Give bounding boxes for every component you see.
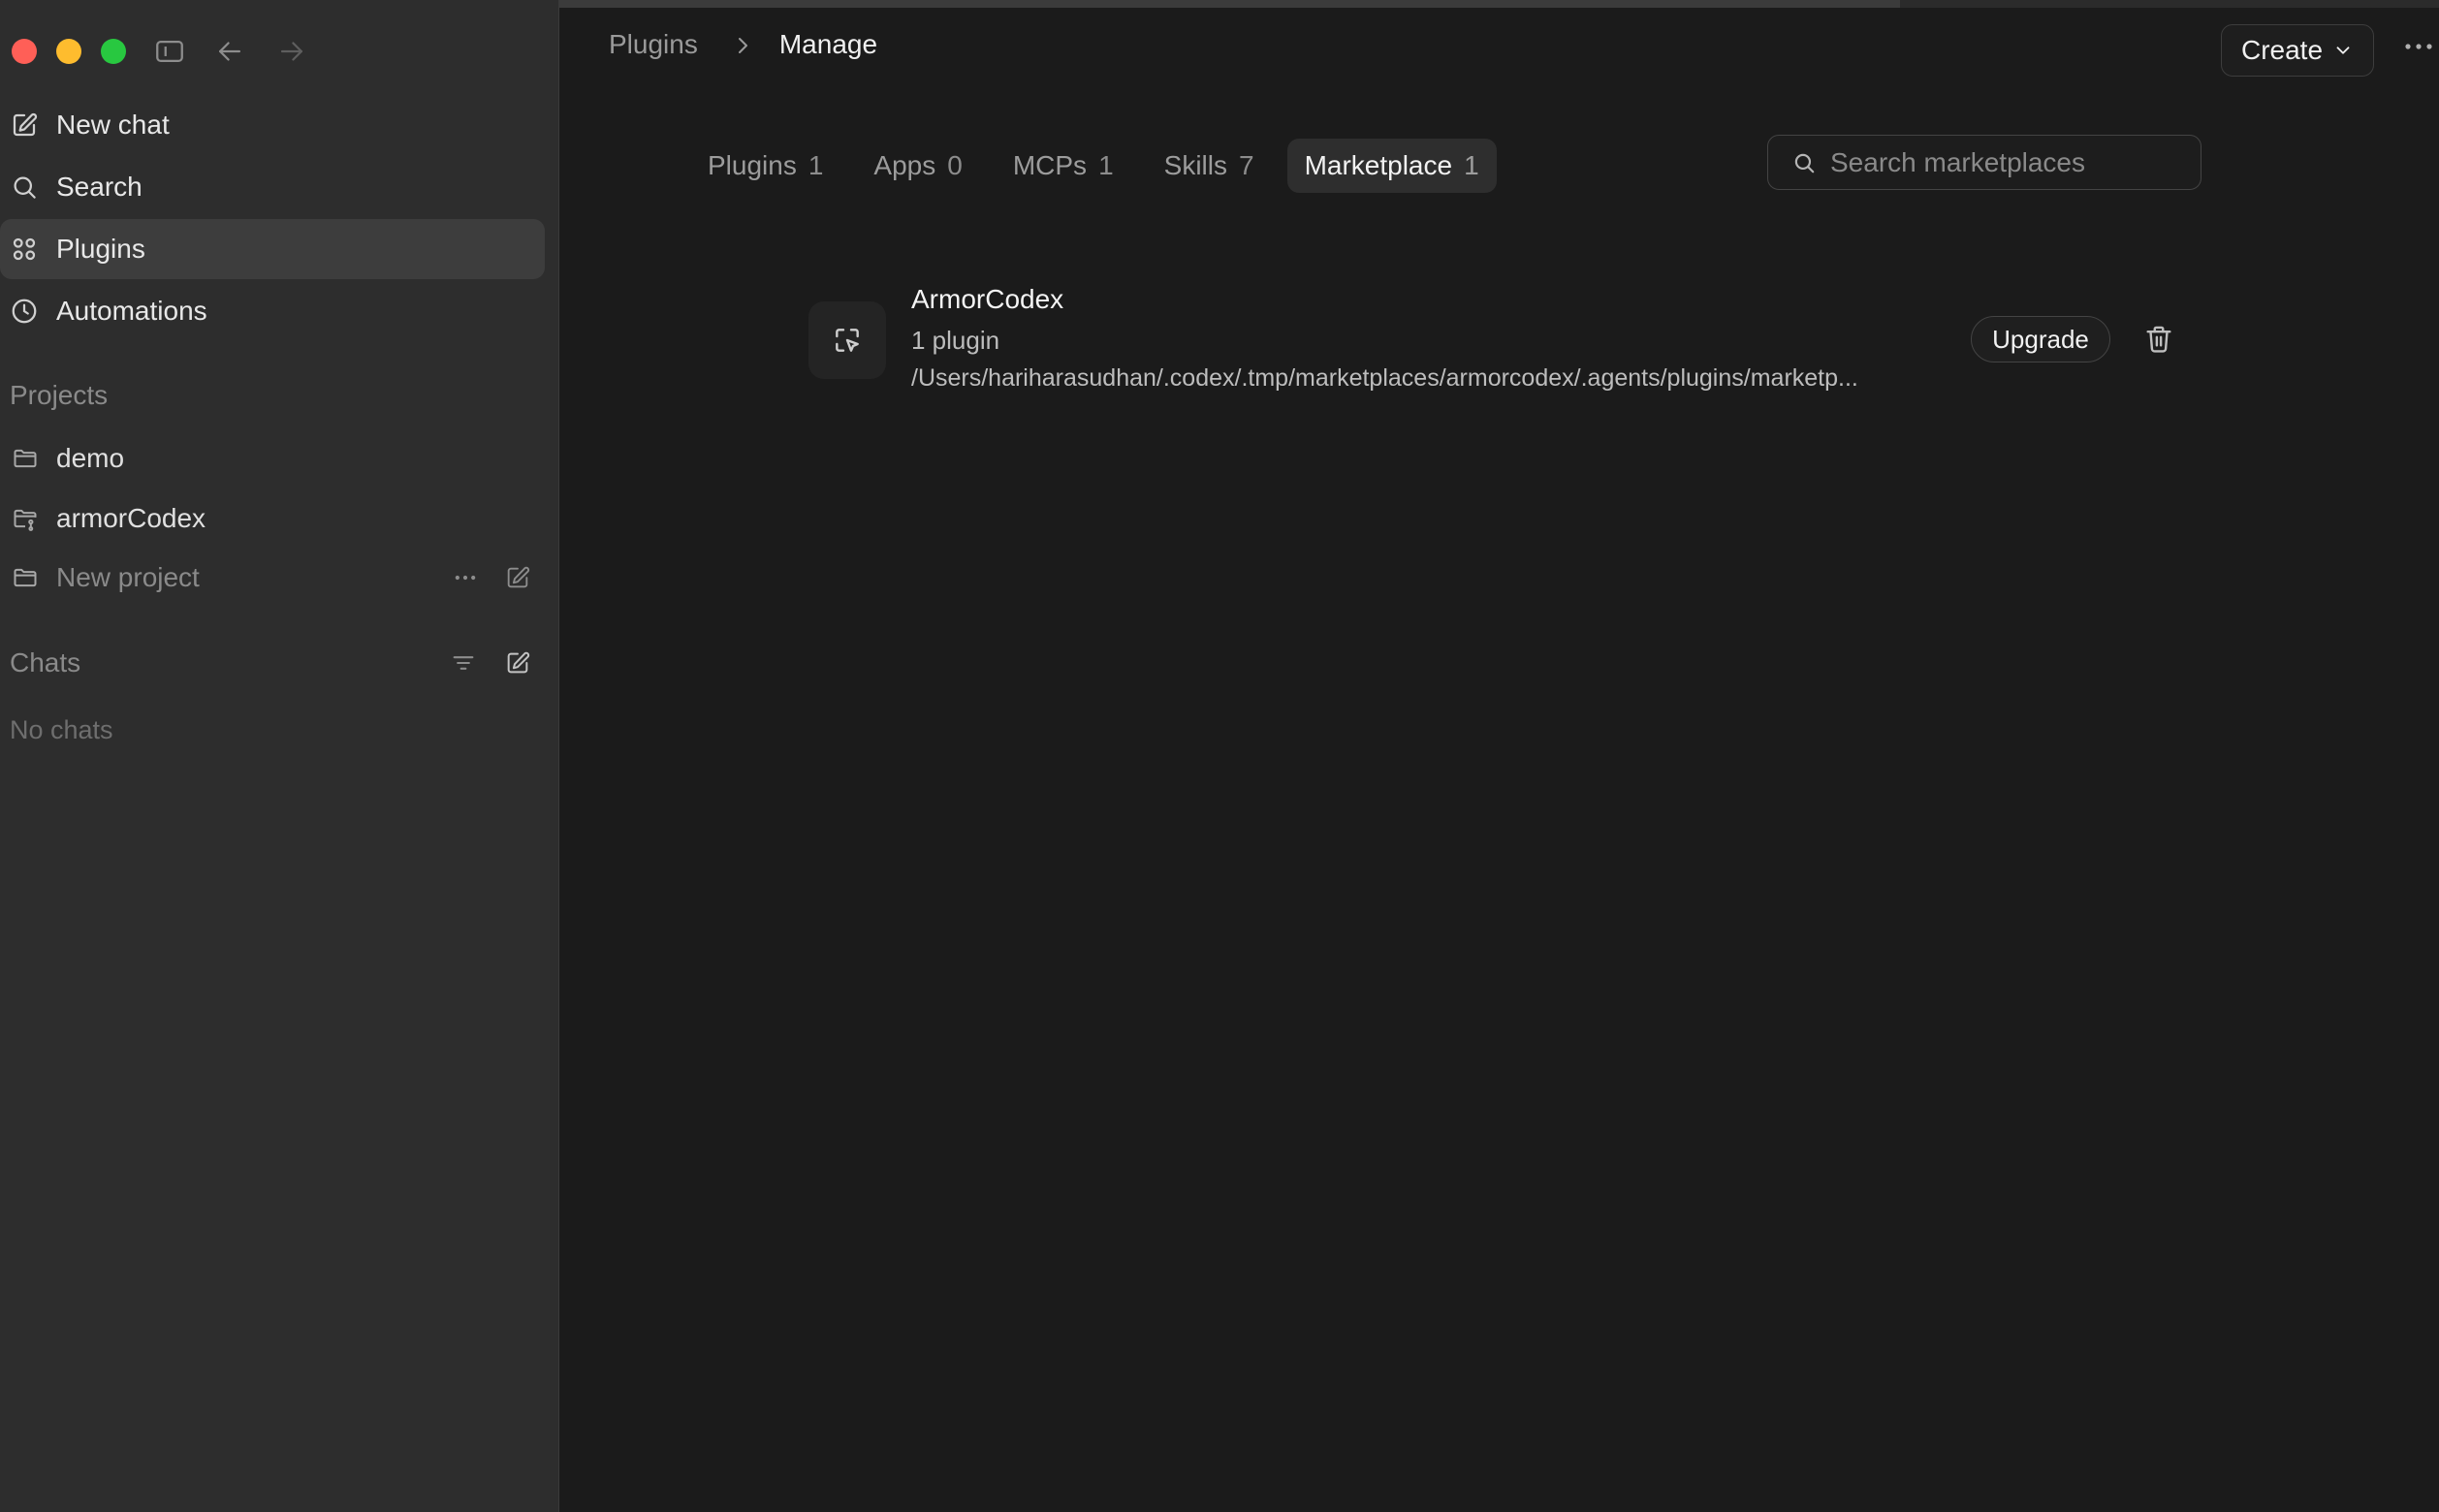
tab-label: Skills (1163, 150, 1227, 180)
main-panel: Plugins Manage Create Plugins 1 Apps 0 M… (560, 8, 2439, 1512)
back-arrow-icon[interactable] (213, 35, 246, 68)
tab-count: 1 (1098, 150, 1114, 180)
chevron-right-icon (731, 33, 754, 56)
sidebar: New chat Search Plugins Automations Proj… (0, 0, 559, 1512)
project-label: New project (56, 562, 200, 592)
sidebar-item-plugins[interactable]: Plugins (0, 219, 545, 279)
tab-mcps[interactable]: MCPs 1 (996, 139, 1131, 193)
forward-arrow-icon[interactable] (275, 35, 308, 68)
new-project-compose-icon[interactable] (504, 564, 531, 591)
tab-plugins[interactable]: Plugins 1 (690, 139, 840, 193)
search-marketplaces-input[interactable] (1828, 136, 2187, 189)
tab-count: 7 (1238, 150, 1254, 180)
close-window-button[interactable] (12, 39, 37, 64)
project-label: demo (56, 443, 125, 473)
folder-icon (12, 564, 39, 591)
tab-label: Plugins (708, 150, 797, 180)
tab-label: Apps (873, 150, 936, 180)
tab-label: MCPs (1012, 150, 1088, 180)
sidebar-item-label: Automations (56, 296, 207, 326)
marketplace-plugin-count: 1 plugin (911, 326, 1000, 355)
sidebar-toggle-icon[interactable] (153, 35, 186, 68)
trash-icon[interactable] (2142, 323, 2175, 356)
search-icon (1791, 150, 1817, 175)
marketplace-name: ArmorCodex (911, 284, 1064, 314)
folder-icon (12, 445, 39, 472)
chevron-down-icon (2336, 47, 2350, 54)
tab-apps[interactable]: Apps 0 (856, 139, 979, 193)
new-chat-compose-icon[interactable] (504, 649, 531, 677)
marketplace-select-icon (808, 301, 886, 379)
manage-tabs: Plugins 1 Apps 0 MCPs 1 Skills 7 Marketp… (690, 137, 1512, 195)
sidebar-item-search[interactable]: Search (0, 157, 545, 217)
tab-marketplace[interactable]: Marketplace 1 (1286, 139, 1497, 193)
compose-icon (10, 110, 39, 140)
search-marketplaces-field (1767, 135, 2201, 190)
chats-heading: Chats (10, 647, 81, 677)
create-button-label: Create (2240, 35, 2324, 65)
more-options-icon[interactable] (2402, 37, 2435, 56)
tab-count: 1 (808, 150, 824, 180)
sidebar-item-label: Plugins (56, 234, 145, 264)
marketplace-list-item[interactable]: ArmorCodex 1 plugin /Users/hariharasudha… (808, 269, 2263, 405)
filter-icon[interactable] (450, 649, 477, 677)
folder-git-icon (12, 505, 39, 532)
more-options-icon[interactable] (452, 564, 479, 591)
marketplace-path: /Users/hariharasudhan/.codex/.tmp/market… (911, 364, 1858, 392)
breadcrumb: Plugins Manage (609, 29, 877, 60)
project-item-armorcodex[interactable]: armorCodex (0, 490, 545, 547)
tab-skills[interactable]: Skills 7 (1147, 139, 1272, 193)
tab-count: 1 (1464, 150, 1479, 180)
sidebar-item-label: New chat (56, 110, 170, 140)
grid-icon (10, 235, 39, 264)
sidebar-item-label: Search (56, 172, 143, 202)
tab-label: Marketplace (1304, 150, 1453, 180)
projects-heading: Projects (10, 380, 109, 410)
no-chats-message: No chats (10, 715, 113, 744)
breadcrumb-plugins-link[interactable]: Plugins (609, 29, 698, 60)
search-icon (10, 173, 39, 202)
minimize-window-button[interactable] (56, 39, 81, 64)
zoom-window-button[interactable] (101, 39, 126, 64)
sidebar-item-new-chat[interactable]: New chat (0, 95, 545, 155)
project-label: armorCodex (56, 503, 206, 533)
clock-icon (10, 297, 39, 326)
create-button[interactable]: Create (2221, 24, 2374, 77)
tab-count: 0 (947, 150, 963, 180)
breadcrumb-current: Manage (778, 29, 878, 59)
upgrade-button[interactable]: Upgrade (1971, 316, 2110, 362)
sidebar-item-automations[interactable]: Automations (0, 281, 545, 341)
project-item-demo[interactable]: demo (0, 430, 545, 487)
